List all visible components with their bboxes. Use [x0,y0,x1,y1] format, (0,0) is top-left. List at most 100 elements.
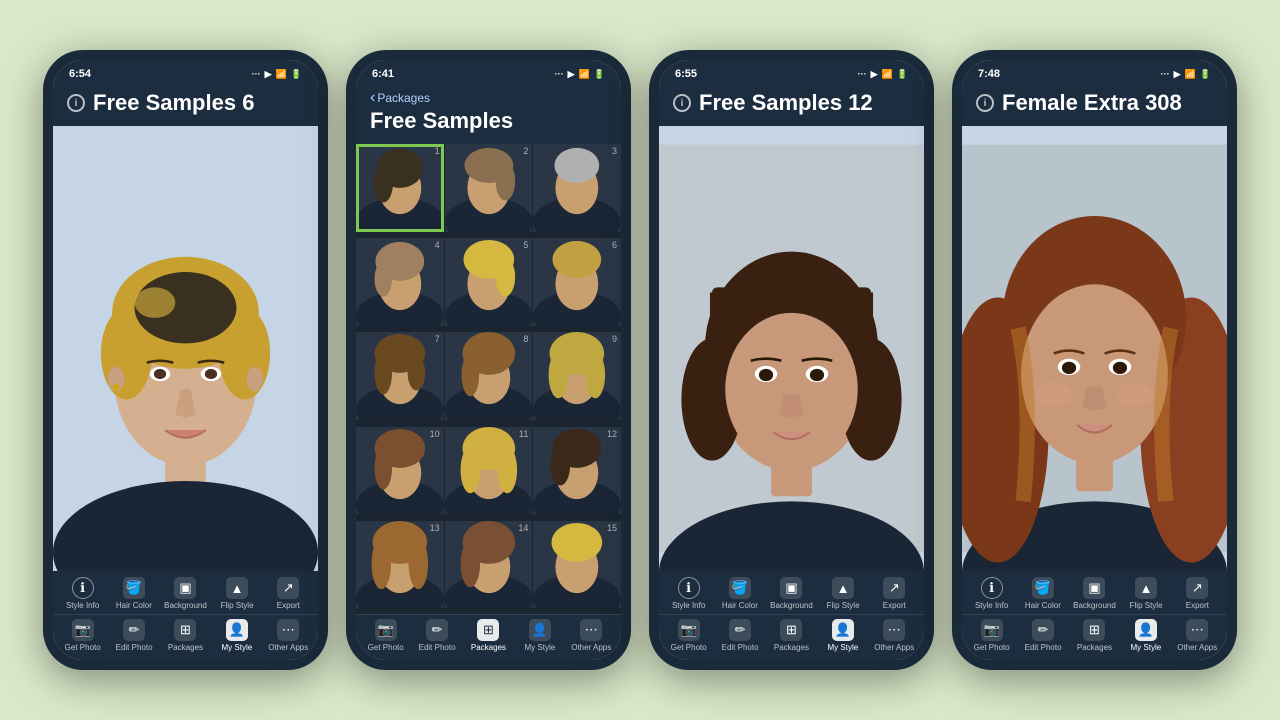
grid-item-12[interactable]: 12 [533,427,621,515]
face-svg-4 [962,126,1227,571]
hair-color-btn-4[interactable]: 🪣 Hair Color [1022,577,1064,610]
app-header-3: i Free Samples 12 [659,84,924,126]
flip-btn-4[interactable]: ▲ Flip Style [1125,577,1167,610]
other-apps-btn-2[interactable]: ⋯ Other Apps [570,619,612,652]
other-apps-btn-4[interactable]: ⋯ Other Apps [1176,619,1218,652]
mystyle-icon-2: 👤 [529,619,551,641]
status-icons-2: ···▶📶🔋 [555,69,605,80]
get-photo-btn-3[interactable]: 📷 Get Photo [668,619,710,652]
back-link-2[interactable]: Packages [370,90,607,106]
export-icon-3: ↗ [883,577,905,599]
hair-color-icon-1: 🪣 [123,577,145,599]
grid-item-9[interactable]: 9 [533,332,621,420]
hair-color-btn-1[interactable]: 🪣 Hair Color [113,577,155,610]
packages-btn-2[interactable]: ⊞ Packages [467,619,509,652]
phone-3-screen: 6:55 ···▶📶🔋 i Free Samples 12 [659,60,924,660]
flip-icon-1: ▲ [226,577,248,599]
main-content-1 [53,126,318,571]
flip-btn-1[interactable]: ▲ Flip Style [216,577,258,610]
face-svg-1 [53,126,318,571]
toolbar-top-3: ℹ Style Info 🪣 Hair Color ▣ Background ▲… [659,571,924,614]
my-style-btn-3[interactable]: 👤 My Style [822,619,864,652]
export-btn-4[interactable]: ↗ Export [1176,577,1218,610]
packages-btn-1[interactable]: ⊞ Packages [164,619,206,652]
info-icon-btn-4: ℹ [981,577,1003,599]
time-3: 6:55 [675,68,697,80]
edit-icon-3: ✏ [729,619,751,641]
edit-photo-btn-3[interactable]: ✏ Edit Photo [719,619,761,652]
edit-photo-btn-2[interactable]: ✏ Edit Photo [416,619,458,652]
flip-btn-3[interactable]: ▲ Flip Style [822,577,864,610]
info-icon-1[interactable]: i [67,94,85,112]
info-icon-4[interactable]: i [976,94,994,112]
grid-item-7[interactable]: 7 [356,332,444,420]
phones-container: 6:54 ···▶📶🔋 i Free Samples 6 [23,30,1257,690]
grid-item-1[interactable]: 1 [356,144,444,232]
style-info-btn-4[interactable]: ℹ Style Info [971,577,1013,610]
status-icons-3: ···▶📶🔋 [858,69,908,80]
grid-item-15[interactable]: 15 [533,521,621,609]
app-header-4: i Female Extra 308 [962,84,1227,126]
hair-color-icon-3: 🪣 [729,577,751,599]
my-style-btn-1[interactable]: 👤 My Style [216,619,258,652]
camera-icon-2: 📷 [375,619,397,641]
background-btn-3[interactable]: ▣ Background [770,577,813,610]
get-photo-btn-4[interactable]: 📷 Get Photo [971,619,1013,652]
grid-item-13[interactable]: 13 [356,521,444,609]
grid-item-4[interactable]: 4 [356,238,444,326]
grid-item-10[interactable]: 10 [356,427,444,515]
status-bar-3: 6:55 ···▶📶🔋 [659,60,924,84]
app-header-1: i Free Samples 6 [53,84,318,126]
grid-content-2: 1 2 [356,144,621,614]
app-title-3: i Free Samples 12 [673,90,910,116]
my-style-btn-2[interactable]: 👤 My Style [519,619,561,652]
packages-icon-1: ⊞ [174,619,196,641]
get-photo-btn-1[interactable]: 📷 Get Photo [62,619,104,652]
grid-item-5[interactable]: 5 [445,238,533,326]
grid-item-11[interactable]: 11 [445,427,533,515]
grid-item-2[interactable]: 2 [445,144,533,232]
grid-item-6[interactable]: 6 [533,238,621,326]
status-bar-4: 7:48 ···▶📶🔋 [962,60,1227,84]
export-icon-1: ↗ [277,577,299,599]
export-btn-1[interactable]: ↗ Export [267,577,309,610]
my-style-btn-4[interactable]: 👤 My Style [1125,619,1167,652]
toolbar-bottom-3: 📷 Get Photo ✏ Edit Photo ⊞ Packages 👤 My… [659,614,924,660]
edit-photo-btn-4[interactable]: ✏ Edit Photo [1022,619,1064,652]
get-photo-btn-2[interactable]: 📷 Get Photo [365,619,407,652]
grid-item-14[interactable]: 14 [445,521,533,609]
grid-item-8[interactable]: 8 [445,332,533,420]
edit-photo-btn-1[interactable]: ✏ Edit Photo [113,619,155,652]
app-title-2: Free Samples [370,108,607,134]
packages-icon-2: ⊞ [477,619,499,641]
face-display-4 [962,126,1227,571]
background-icon-1: ▣ [174,577,196,599]
back-chevron-2 [370,90,375,106]
export-icon-4: ↗ [1186,577,1208,599]
export-btn-3[interactable]: ↗ Export [873,577,915,610]
style-info-btn-3[interactable]: ℹ Style Info [668,577,710,610]
other-apps-btn-1[interactable]: ⋯ Other Apps [267,619,309,652]
mystyle-icon-4: 👤 [1135,619,1157,641]
otherapps-icon-1: ⋯ [277,619,299,641]
time-1: 6:54 [69,68,91,80]
toolbar-top-4: ℹ Style Info 🪣 Hair Color ▣ Background ▲… [962,571,1227,614]
packages-btn-3[interactable]: ⊞ Packages [770,619,812,652]
style-info-btn-1[interactable]: ℹ Style Info [62,577,104,610]
packages-btn-4[interactable]: ⊞ Packages [1073,619,1115,652]
background-btn-4[interactable]: ▣ Background [1073,577,1116,610]
grid-item-3[interactable]: 3 [533,144,621,232]
hair-color-btn-3[interactable]: 🪣 Hair Color [719,577,761,610]
background-icon-3: ▣ [780,577,802,599]
style-grid-2: 1 2 [356,144,621,614]
camera-icon-3: 📷 [678,619,700,641]
info-icon-3[interactable]: i [673,94,691,112]
flip-icon-4: ▲ [1135,577,1157,599]
phone-4: 7:48 ···▶📶🔋 i Female Extra 308 [952,50,1237,670]
toolbar-bottom-4: 📷 Get Photo ✏ Edit Photo ⊞ Packages 👤 My… [962,614,1227,660]
info-icon-btn-1: ℹ [72,577,94,599]
edit-icon-1: ✏ [123,619,145,641]
main-content-4 [962,126,1227,571]
background-btn-1[interactable]: ▣ Background [164,577,207,610]
other-apps-btn-3[interactable]: ⋯ Other Apps [873,619,915,652]
